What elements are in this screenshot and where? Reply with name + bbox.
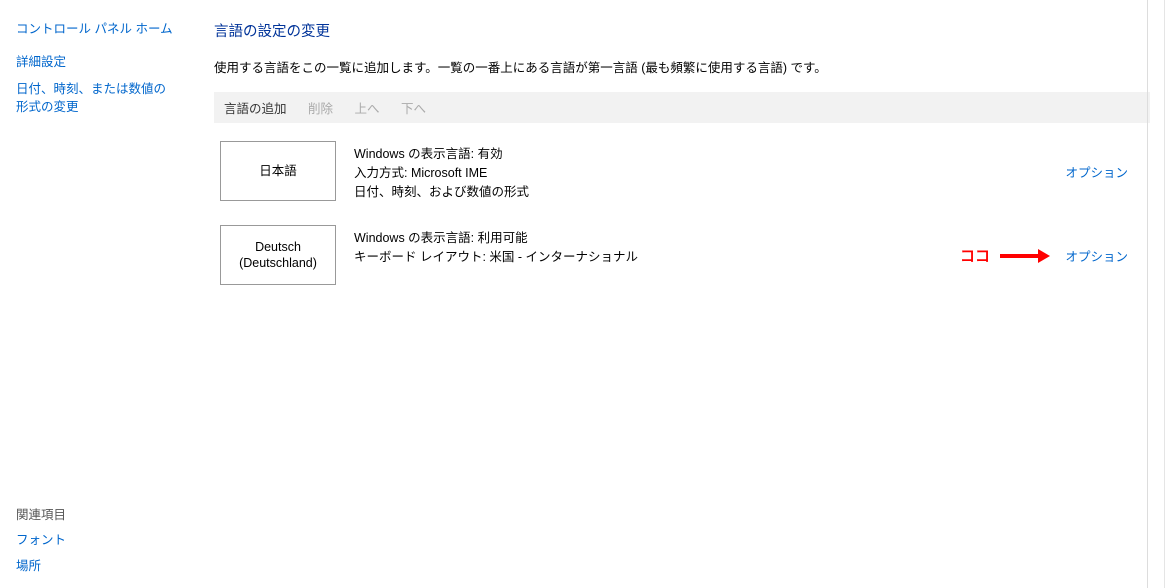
detail-display-lang: Windows の表示言語: 利用可能 xyxy=(354,229,1065,248)
related-title: 関連項目 xyxy=(16,504,66,523)
sidebar-link-dateformat[interactable]: 日付、時刻、または数値の形式の変更 xyxy=(16,80,174,118)
language-details: Windows の表示言語: 有効 入力方式: Microsoft IME 日付… xyxy=(354,141,1065,201)
language-row-german[interactable]: Deutsch (Deutschland) Windows の表示言語: 利用可… xyxy=(220,225,1150,285)
sidebar-related: 関連項目 フォント 場所 xyxy=(16,504,66,577)
annotation-text: ココ xyxy=(960,245,990,266)
sidebar-link-advanced[interactable]: 詳細設定 xyxy=(16,53,174,72)
annotation-callout: ココ xyxy=(960,245,1050,266)
language-list: 日本語 Windows の表示言語: 有効 入力方式: Microsoft IM… xyxy=(220,141,1150,285)
language-tile[interactable]: 日本語 xyxy=(220,141,336,201)
detail-display-lang: Windows の表示言語: 有効 xyxy=(354,145,1065,164)
options-link[interactable]: オプション xyxy=(1065,162,1128,181)
main-content: 言語の設定の変更 使用する言語をこの一覧に追加します。一覧の一番上にある言語が第… xyxy=(200,0,1165,588)
language-details: Windows の表示言語: 利用可能 キーボード レイアウト: 米国 - イン… xyxy=(354,225,1065,267)
arrow-right-icon xyxy=(1000,249,1050,263)
detail-date-format: 日付、時刻、および数値の形式 xyxy=(354,183,1065,202)
detail-input-method: 入力方式: Microsoft IME xyxy=(354,164,1065,183)
language-tile[interactable]: Deutsch (Deutschland) xyxy=(220,225,336,285)
page-description: 使用する言語をこの一覧に追加します。一覧の一番上にある言語が第一言語 (最も頻繁… xyxy=(214,57,1150,76)
sidebar-link-location[interactable]: 場所 xyxy=(16,557,66,576)
toolbar-move-up: 上へ xyxy=(355,98,398,117)
language-name: Deutsch xyxy=(255,239,301,255)
toolbar-remove: 削除 xyxy=(308,98,351,117)
vertical-divider xyxy=(1147,0,1148,588)
sidebar-link-home[interactable]: コントロール パネル ホーム xyxy=(16,20,174,39)
sidebar: コントロール パネル ホーム 詳細設定 日付、時刻、または数値の形式の変更 関連… xyxy=(0,0,190,588)
options-link[interactable]: オプション xyxy=(1065,246,1128,265)
language-row-japanese[interactable]: 日本語 Windows の表示言語: 有効 入力方式: Microsoft IM… xyxy=(220,141,1150,201)
sidebar-link-font[interactable]: フォント xyxy=(16,531,66,550)
detail-keyboard-layout: キーボード レイアウト: 米国 - インターナショナル xyxy=(354,248,1065,267)
language-name-region: (Deutschland) xyxy=(239,255,317,271)
toolbar: 言語の追加 削除 上へ 下へ xyxy=(214,92,1150,123)
toolbar-add-language[interactable]: 言語の追加 xyxy=(224,98,305,117)
language-name: 日本語 xyxy=(259,163,297,179)
page-title: 言語の設定の変更 xyxy=(214,20,1150,41)
toolbar-move-down: 下へ xyxy=(401,98,444,117)
